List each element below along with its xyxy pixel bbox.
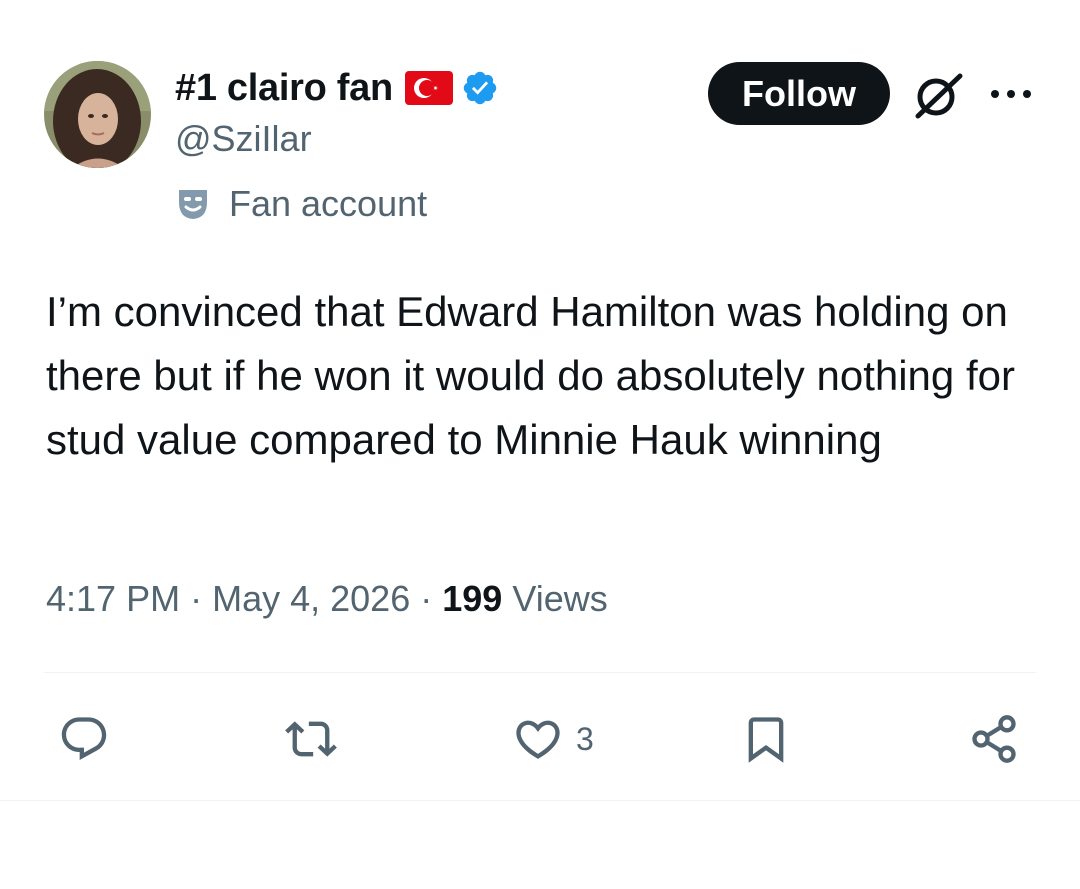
share-button[interactable] <box>968 712 1020 766</box>
bookmark-icon <box>748 717 784 763</box>
turkey-flag-icon <box>404 71 453 105</box>
divider <box>0 800 1080 801</box>
like-button[interactable]: 3 <box>512 712 594 766</box>
views-label: Views <box>512 578 608 619</box>
theater-masks-icon <box>179 190 207 219</box>
tweet-meta: 4:17 PM · May 4, 2026 · 199 Views <box>46 578 608 620</box>
retweet-button[interactable] <box>285 712 349 766</box>
author-handle[interactable]: @SziIlar <box>175 118 312 160</box>
meta-separator: · <box>420 578 443 619</box>
account-label: Fan account <box>175 183 427 225</box>
views-count: 199 <box>442 578 503 619</box>
retweet-icon <box>285 721 337 757</box>
tweet-date[interactable]: May 4, 2026 <box>212 578 410 619</box>
account-label-text: Fan account <box>229 183 428 224</box>
reply-icon <box>61 717 107 761</box>
author-name-row: #1 clairo fan <box>175 66 499 110</box>
like-count: 3 <box>576 720 594 757</box>
tweet-text: I’m convinced that Edward Hamilton was h… <box>46 288 1015 463</box>
more-icon[interactable] <box>988 84 1034 104</box>
bookmark-button[interactable] <box>740 712 792 766</box>
tweet-time[interactable]: 4:17 PM <box>46 578 180 619</box>
author-display-name[interactable]: #1 clairo fan <box>175 67 393 110</box>
verified-badge-icon[interactable] <box>461 69 499 107</box>
meta-separator: · <box>190 578 213 619</box>
reply-button[interactable] <box>58 712 122 766</box>
avatar[interactable] <box>44 61 151 168</box>
grok-icon[interactable] <box>910 70 968 120</box>
share-icon <box>972 715 1016 763</box>
follow-button[interactable]: Follow <box>708 62 890 125</box>
divider <box>44 672 1036 673</box>
heart-icon <box>516 720 560 759</box>
